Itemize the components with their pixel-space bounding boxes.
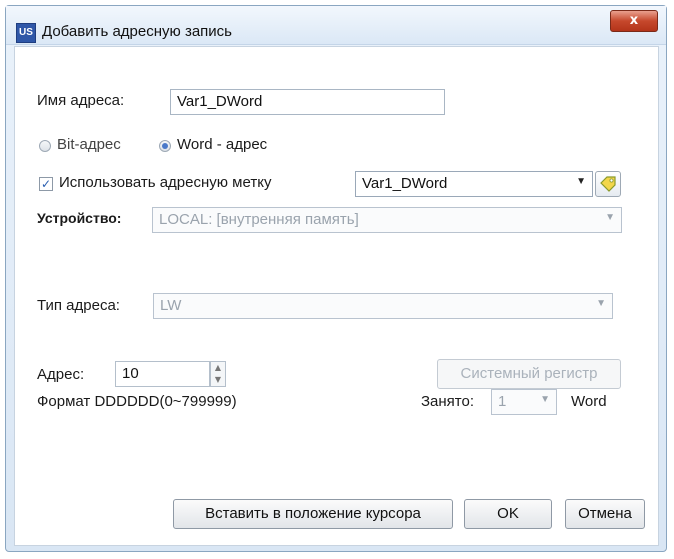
address-spinner[interactable]: ▲ ▼	[210, 361, 226, 387]
word-address-label: Word - адрес	[177, 136, 268, 153]
cancel-button[interactable]: Отмена	[565, 499, 645, 529]
address-type-select: LW ▼	[153, 293, 613, 319]
address-name-label: Имя адреса:	[37, 92, 125, 109]
tag-select-value: Var1_DWord	[362, 175, 448, 192]
system-register-button[interactable]: Системный регистр	[437, 359, 621, 389]
word-address-radio[interactable]	[159, 140, 171, 152]
occupied-unit: Word	[571, 393, 607, 410]
bit-address-radio[interactable]	[39, 140, 51, 152]
chevron-down-icon: ▼	[576, 176, 586, 187]
address-input[interactable]: 10	[115, 361, 210, 387]
address-label: Адрес:	[37, 366, 85, 383]
dialog-body: Имя адреса: Var1_DWord Bit-адрес Word - …	[14, 46, 659, 546]
bit-address-label: Bit-адрес	[57, 136, 121, 153]
chevron-down-icon: ▼	[596, 298, 606, 309]
title-bar[interactable]: US Добавить адресную запись x	[6, 6, 666, 45]
occupied-label: Занято:	[421, 393, 475, 410]
tag-browse-button[interactable]	[595, 171, 621, 197]
address-type-value: LW	[160, 297, 182, 314]
dialog-title: Добавить адресную запись	[42, 23, 232, 40]
occupied-value: 1	[498, 393, 507, 410]
use-tag-label: Использовать адресную метку	[59, 174, 272, 191]
device-select-value: LOCAL: [внутренняя память]	[159, 211, 359, 228]
occupied-select: 1 ▼	[491, 389, 557, 415]
format-label: Формат DDDDDD(0~799999)	[37, 393, 237, 410]
address-type-label: Тип адреса:	[37, 297, 120, 314]
ok-button[interactable]: OK	[464, 499, 552, 529]
insert-at-cursor-button[interactable]: Вставить в положение курсора	[173, 499, 453, 529]
app-icon: US	[16, 23, 36, 43]
tag-icon	[600, 176, 616, 192]
close-button[interactable]: x	[610, 10, 658, 32]
dialog-window: US Добавить адресную запись x Имя адреса…	[5, 5, 667, 552]
device-select: LOCAL: [внутренняя память] ▼	[152, 207, 622, 233]
spin-down-icon[interactable]: ▼	[211, 374, 225, 386]
tag-select[interactable]: Var1_DWord ▼	[355, 171, 593, 197]
chevron-down-icon: ▼	[605, 212, 615, 223]
device-label: Устройство:	[37, 210, 122, 226]
use-tag-checkbox[interactable]: ✓	[39, 177, 53, 191]
address-name-input[interactable]: Var1_DWord	[170, 89, 445, 115]
spin-up-icon[interactable]: ▲	[211, 362, 225, 374]
chevron-down-icon: ▼	[540, 394, 550, 405]
